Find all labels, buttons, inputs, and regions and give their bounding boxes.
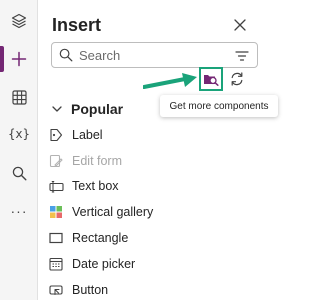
list-item-label[interactable]: Label xyxy=(48,124,228,146)
filter-icon xyxy=(235,51,249,61)
item-label: Text box xyxy=(72,179,119,193)
close-button[interactable] xyxy=(230,15,250,35)
search-icon xyxy=(12,166,26,180)
data-button[interactable] xyxy=(0,80,38,114)
more-button[interactable]: ··· xyxy=(0,194,38,228)
label-icon xyxy=(48,127,64,143)
item-label: Rectangle xyxy=(72,231,129,245)
list-item-text-box[interactable]: Text box xyxy=(48,175,228,197)
get-more-components-button[interactable] xyxy=(199,67,223,91)
list-item-date-picker[interactable]: Date picker xyxy=(48,253,228,275)
item-label: Date picker xyxy=(72,257,136,271)
item-label: Vertical gallery xyxy=(72,205,154,219)
insert-panel: Insert Search Popular Label Edit form Te… xyxy=(38,0,278,300)
panel-title: Insert xyxy=(52,15,102,35)
filter-button[interactable] xyxy=(235,49,249,67)
search-rail-button[interactable] xyxy=(0,156,38,190)
insert-button[interactable] xyxy=(0,42,38,76)
search-placeholder: Search xyxy=(79,47,121,63)
search-input[interactable]: Search xyxy=(51,42,258,68)
item-label: Label xyxy=(72,128,103,142)
list-item-rectangle[interactable]: Rectangle xyxy=(48,227,228,249)
item-label: Edit form xyxy=(72,154,123,168)
plus-icon xyxy=(11,51,27,67)
list-item-edit-form[interactable]: Edit form xyxy=(48,150,228,172)
variables-button[interactable]: {x} xyxy=(0,117,38,151)
variables-icon: {x} xyxy=(8,127,30,141)
layers-icon xyxy=(11,13,27,29)
refresh-icon xyxy=(231,72,243,86)
chevron-down-icon xyxy=(52,106,62,112)
tree-view-button[interactable] xyxy=(0,4,38,38)
list-item-vertical-gallery[interactable]: Vertical gallery xyxy=(48,201,228,223)
annotation-arrow-icon xyxy=(143,73,197,89)
left-rail: {x} ··· xyxy=(0,0,38,300)
button-icon xyxy=(48,282,64,298)
refresh-button[interactable] xyxy=(229,71,245,87)
table-grid-icon xyxy=(11,89,27,105)
close-icon xyxy=(234,19,246,31)
list-item-button[interactable]: Button xyxy=(48,279,228,300)
search-icon xyxy=(54,43,78,67)
calendar-icon xyxy=(48,256,64,272)
rectangle-icon xyxy=(48,230,64,246)
get-more-tooltip: Get more components xyxy=(160,95,278,117)
section-popular[interactable]: Popular xyxy=(51,101,123,117)
components-search-icon xyxy=(204,75,219,86)
textbox-icon xyxy=(48,178,64,194)
edit-form-icon xyxy=(48,153,64,169)
item-label: Button xyxy=(72,283,109,297)
gallery-icon xyxy=(48,204,64,220)
more-icon: ··· xyxy=(10,203,28,219)
section-label: Popular xyxy=(71,101,124,117)
